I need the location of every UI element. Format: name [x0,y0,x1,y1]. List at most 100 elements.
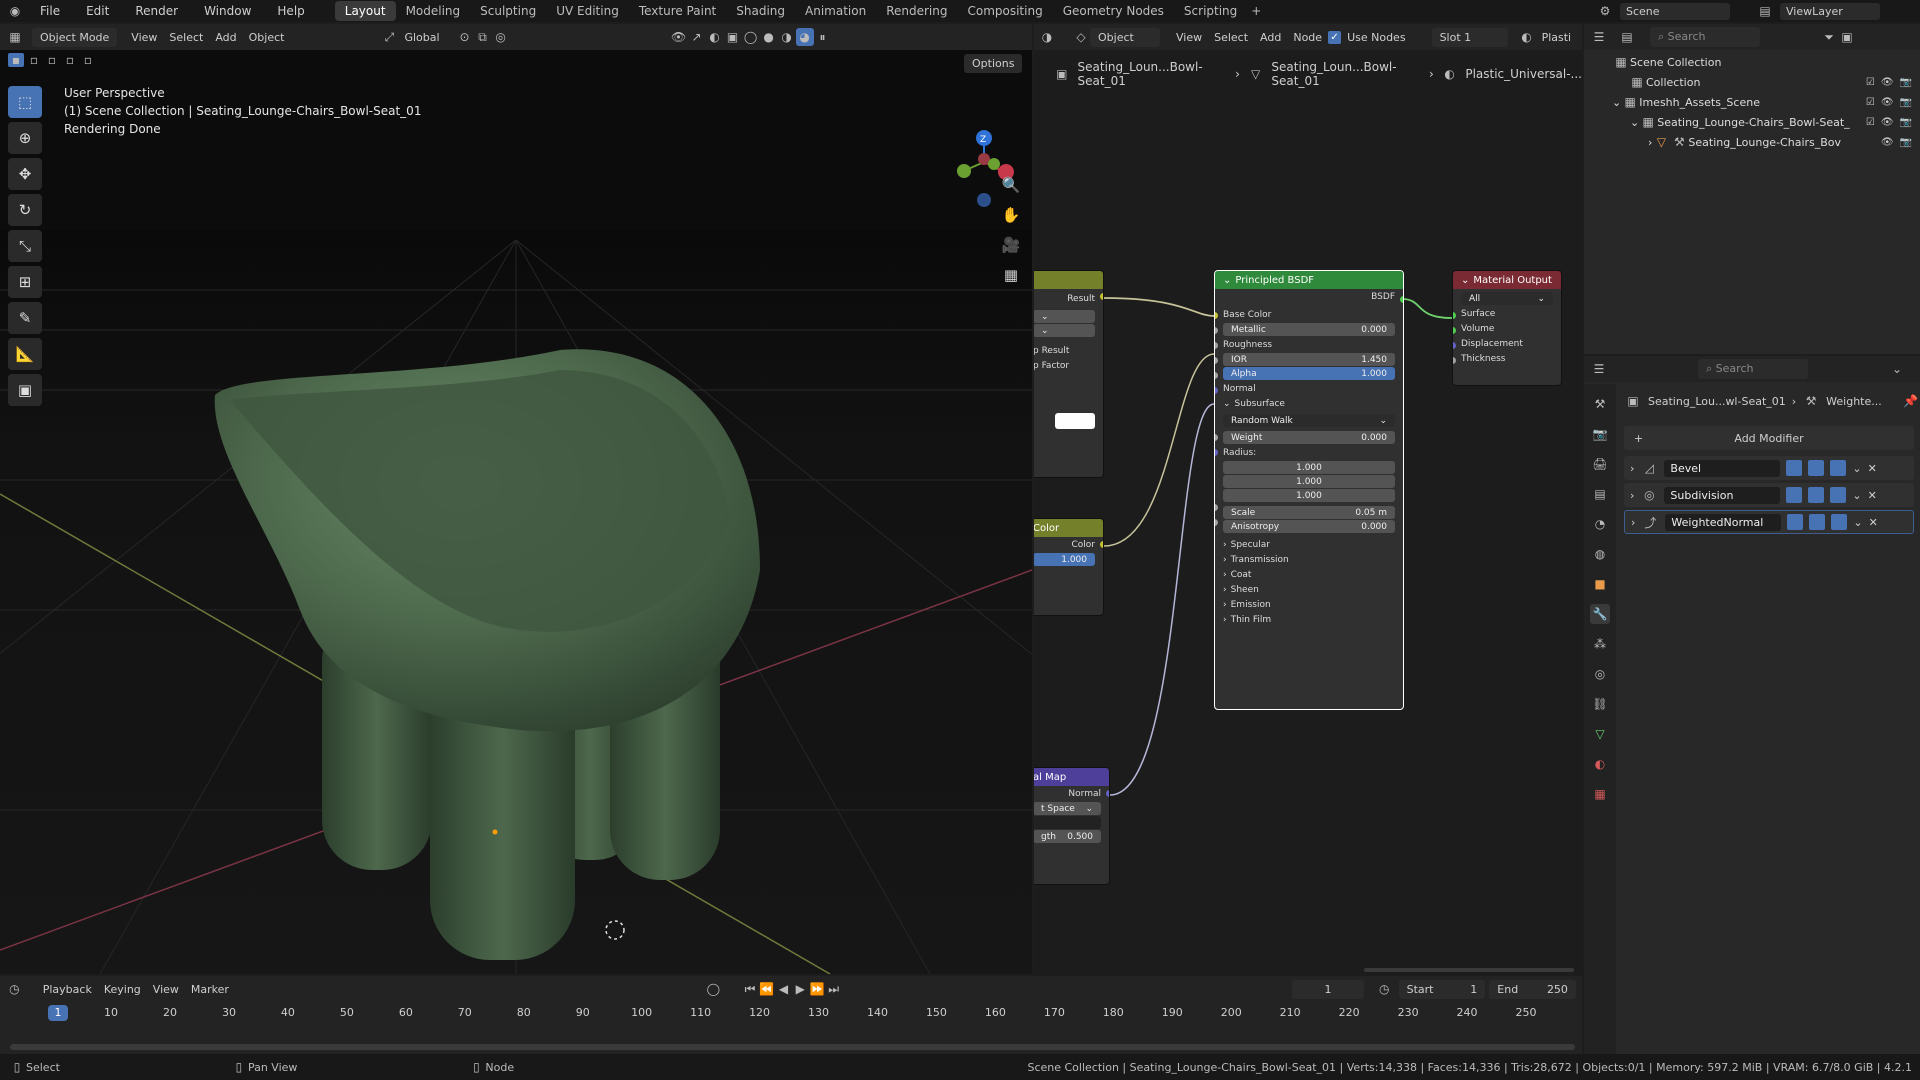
end-frame-field[interactable]: End 250 [1489,979,1576,999]
tab-sculpting[interactable]: Sculpting [470,1,546,21]
normal-socket[interactable] [1106,790,1109,797]
add-cube-tool-icon[interactable]: ▣ [8,374,42,406]
data-tab-icon[interactable]: ▽ [1590,724,1610,744]
partial-dropdown-2[interactable]: ⌄ [1034,324,1095,337]
ior-socket[interactable] [1215,357,1218,364]
render-tab-icon[interactable]: 📷 [1590,424,1610,444]
subsurface-method-dropdown[interactable]: Random Walk ⌄ [1223,414,1395,427]
editmode-toggle-icon[interactable] [1786,487,1803,503]
overlay-toggle-icon[interactable]: ◐ [706,28,724,46]
weightednormal-name-field[interactable]: WeightedNormal [1665,513,1782,531]
checkbox-icon[interactable]: ☑ [1866,117,1875,128]
shading-solid-icon[interactable]: ● [760,28,778,46]
viewport-menu-view[interactable]: View [125,29,163,46]
panel-sheen[interactable]: › Sheen [1215,582,1403,597]
render-toggle-icon[interactable] [1830,487,1847,503]
measure-tool-icon[interactable]: 📐 [8,338,42,370]
current-frame-field[interactable]: 1 [1292,979,1364,999]
select-tool-icon[interactable]: ⬚ [8,86,42,118]
viewport-menu-select[interactable]: Select [163,29,209,46]
select-extend-icon[interactable]: ▫ [26,53,42,67]
texture-tab-icon[interactable]: ▦ [1590,784,1610,804]
space-dropdown[interactable]: t Space ⌄ [1034,802,1101,815]
camera-view-icon[interactable]: 🎥 [996,232,1026,258]
visibility-icon[interactable]: 👁 [670,28,688,46]
metallic-socket[interactable] [1215,327,1218,334]
scene-selector[interactable]: Scene [1620,2,1730,20]
ior-field[interactable]: IOR 1.450 [1223,353,1395,366]
menu-help[interactable]: Help [271,2,310,20]
tab-geometry-nodes[interactable]: Geometry Nodes [1053,1,1174,21]
camera-icon[interactable]: 📷 [1900,77,1912,88]
shader-node-editor[interactable]: ◑ ◇ Object View Select Add Node ✓ Use No… [1034,24,1582,974]
eye-icon[interactable]: 👁 [1881,77,1894,88]
shading-material-icon[interactable]: ◑ [778,28,796,46]
xray-icon[interactable]: ▣ [724,28,742,46]
editmode-toggle-icon[interactable] [1786,460,1803,476]
modifier-tab-icon[interactable]: 🔧 [1590,604,1610,624]
subsurface-panel[interactable]: ⌄ Subsurface [1215,396,1403,411]
tab-texture-paint[interactable]: Texture Paint [629,1,726,21]
bsdf-output-socket[interactable] [1400,296,1403,303]
chevron-right-icon[interactable]: › [1630,489,1634,502]
checkbox-icon[interactable]: ☑ [1866,77,1875,88]
options-dropdown[interactable]: Options [964,54,1023,73]
properties-search-input[interactable]: ⌕ Search [1698,359,1808,379]
eye-icon[interactable]: 👁 [1881,97,1894,108]
outliner-imeshh-scene[interactable]: ⌄ ▦ Imeshh_Assets_Scene ☑ 👁 📷 [1584,92,1920,112]
chevron-down-icon[interactable]: ⌄ [1852,489,1861,502]
select-invert-icon[interactable]: ▫ [62,53,78,67]
blender-logo-icon[interactable]: ◉ [6,2,24,20]
object-tab-icon[interactable]: ■ [1590,574,1610,594]
anisotropy-field[interactable]: Anisotropy 0.000 [1223,520,1395,533]
select-intersect-icon[interactable]: ▫ [80,53,96,67]
select-subtract-icon[interactable]: ▫ [44,53,60,67]
chevron-right-icon[interactable]: › [1630,462,1634,475]
timeline-type-icon[interactable]: ◷ [6,980,23,998]
add-modifier-button[interactable]: + Add Modifier [1624,426,1914,450]
eye-icon[interactable]: 👁 [1881,137,1894,148]
partial-node-color[interactable]: Color Color 1.000 [1034,518,1104,616]
move-tool-icon[interactable]: ✥ [8,158,42,190]
object-mode-dropdown[interactable]: Object Mode [32,27,118,47]
keying-menu[interactable]: Keying [98,981,147,998]
radius-y-field[interactable]: 1.000 [1223,475,1395,488]
filter-icon[interactable]: ⏷ [1820,28,1838,46]
material-tab-icon[interactable]: ◐ [1590,754,1610,774]
outliner-collection[interactable]: ▦ Collection ☑ 👁 📷 [1584,72,1920,92]
color-node-value[interactable]: 1.000 [1034,553,1095,566]
radius-x-field[interactable]: 1.000 [1223,461,1395,474]
prev-keyframe-icon[interactable]: ⏪ [758,980,775,998]
outliner-chair-collection[interactable]: ⌄ ▦ Seating_Lounge-Chairs_Bowl-Seat_ ☑ 👁 📷 [1584,112,1920,132]
record-icon[interactable]: ◯ [705,980,722,998]
uv-map-field[interactable] [1034,816,1101,829]
zoom-icon[interactable]: 🔍 [996,172,1026,198]
tab-scripting[interactable]: Scripting [1174,1,1247,21]
play-icon[interactable]: ▶ [792,980,809,998]
color-socket[interactable] [1100,541,1103,548]
pan-hand-icon[interactable]: ✋ [996,202,1026,228]
alpha-field[interactable]: Alpha 1.000 [1223,367,1395,380]
transform-tool-icon[interactable]: ⊞ [8,266,42,298]
marker-menu[interactable]: Marker [185,981,235,998]
scale-field[interactable]: Scale 0.05 m [1223,506,1395,519]
transform-orientation-dropdown[interactable]: Global [398,29,445,46]
new-collection-icon[interactable]: ▣ [1838,28,1856,46]
render-toggle-icon[interactable] [1831,514,1848,530]
close-icon[interactable]: ✕ [1868,462,1877,475]
anisotropy-socket[interactable] [1215,519,1218,526]
editor-type-icon[interactable]: ▦ [6,28,24,46]
viewport-menu-object[interactable]: Object [243,29,291,46]
jump-start-icon[interactable]: ⏮ [742,980,759,998]
viewport-menu-add[interactable]: Add [209,29,242,46]
camera-icon[interactable]: 📷 [1900,117,1912,128]
result-socket[interactable] [1100,293,1103,300]
chevron-right-icon[interactable]: › [1631,516,1635,529]
panel-coat[interactable]: › Coat [1215,567,1403,582]
metallic-field[interactable]: Metallic 0.000 [1223,323,1395,336]
modifier-weightednormal[interactable]: › ⤴ WeightedNormal ⌄ ✕ [1624,510,1914,534]
principled-bsdf-node[interactable]: ⌄ Principled BSDF BSDF Base Color Metalli… [1214,270,1404,710]
menu-edit[interactable]: Edit [80,2,115,20]
node-editor-scrollbar[interactable] [1364,968,1574,972]
tab-uv-editing[interactable]: UV Editing [546,1,629,21]
